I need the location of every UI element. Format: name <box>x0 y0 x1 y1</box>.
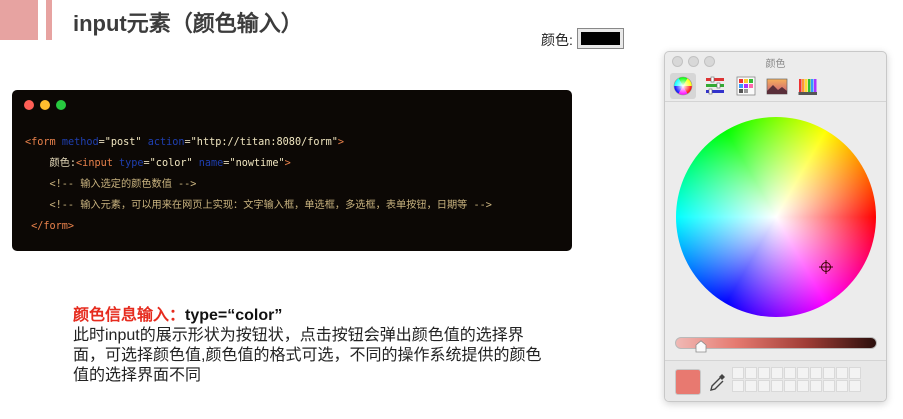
brightness-slider-knob[interactable] <box>695 340 707 353</box>
code-token: </form> <box>25 221 75 232</box>
code-line: <!-- 输入元素，可以用来在网页上实现：文字输入框，单选框，多选框，表单按钮，… <box>25 195 492 216</box>
code-token: <form <box>25 137 62 148</box>
code-token: "http://titan:8080/form" <box>190 137 338 148</box>
saved-swatch-slot[interactable] <box>732 380 744 392</box>
code-token: <!-- 输入元素，可以用来在网页上实现：文字输入框，单选框，多选框，表单按钮，… <box>25 200 492 211</box>
current-color-swatch[interactable] <box>675 369 701 395</box>
saved-swatch-slot[interactable] <box>758 367 770 379</box>
saved-swatch-slot[interactable] <box>810 367 822 379</box>
image-palette-icon[interactable] <box>764 73 790 99</box>
saved-swatch-slot[interactable] <box>771 367 783 379</box>
picker-title: 颜色 <box>765 59 786 70</box>
color-picker-window: 颜色 <box>664 51 887 402</box>
title-accent-block <box>0 0 38 40</box>
saved-swatch-slot[interactable] <box>797 380 809 392</box>
saved-swatch-slot[interactable] <box>771 380 783 392</box>
description-block: 颜色信息输入：type=“color” 此时input的展示形状为按钮状，点击按… <box>73 306 543 386</box>
code-token: <!-- 输入选定的颜色数值 --> <box>25 179 197 190</box>
title-accent-stripe <box>46 0 52 40</box>
pencils-icon[interactable] <box>795 73 821 99</box>
description-heading-value: type=“color” <box>185 307 283 324</box>
brightness-slider[interactable] <box>675 337 877 353</box>
saved-swatch-slot[interactable] <box>732 367 744 379</box>
saved-swatch-slot[interactable] <box>758 380 770 392</box>
color-wheel[interactable] <box>676 117 876 317</box>
saved-swatch-slot[interactable] <box>823 367 835 379</box>
code-line: 颜色:<input type="color" name="nowtime"> <box>25 153 492 174</box>
saved-swatch-slot[interactable] <box>784 367 796 379</box>
description-body: 此时input的展示形状为按钮状，点击按钮会弹出颜色值的选择界面，可选择颜色值,… <box>73 327 542 384</box>
eyedropper-icon[interactable] <box>710 373 726 391</box>
saved-swatch-slot[interactable] <box>797 367 809 379</box>
saved-swatch-slot[interactable] <box>784 380 796 392</box>
code-token: > <box>284 158 291 169</box>
picker-bottom-bar <box>665 360 886 401</box>
color-input-swatch <box>581 32 620 45</box>
saved-swatch-slot[interactable] <box>745 367 757 379</box>
saved-swatches-grid <box>732 367 861 392</box>
saved-swatch-slot[interactable] <box>745 380 757 392</box>
window-zoom-dot <box>56 100 66 110</box>
code-token: <input <box>76 158 119 169</box>
saved-swatch-slot[interactable] <box>836 380 848 392</box>
saved-swatch-slot[interactable] <box>810 380 822 392</box>
saved-swatch-slot[interactable] <box>849 367 861 379</box>
code-line: <!-- 输入选定的颜色数值 --> <box>25 174 492 195</box>
saved-swatch-slot[interactable] <box>849 380 861 392</box>
code-token: "post" <box>104 137 142 148</box>
code-token: name <box>198 158 224 169</box>
crosshair-icon[interactable] <box>819 260 833 274</box>
window-close-dot <box>24 100 34 110</box>
description-heading-label: 颜色信息输入： <box>73 307 186 324</box>
code-token: "color" <box>149 158 193 169</box>
page-title: input元素（颜色输入） <box>73 11 303 36</box>
code-token: 颜色: <box>25 158 77 169</box>
code-line: <form method="post" action="http://titan… <box>25 132 492 153</box>
code-token: method <box>61 137 99 148</box>
code-token: "nowtime" <box>229 158 285 169</box>
saved-swatch-slot[interactable] <box>823 380 835 392</box>
color-input-button[interactable] <box>577 28 624 49</box>
code-line: </form> <box>25 216 492 237</box>
sliders-icon[interactable] <box>702 73 728 99</box>
code-token: > <box>337 137 345 148</box>
color-wheel-area <box>665 103 886 335</box>
code-block: <form method="post" action="http://titan… <box>25 132 492 237</box>
saved-swatch-slot[interactable] <box>836 367 848 379</box>
palettes-icon[interactable] <box>733 73 759 99</box>
description-heading: 颜色信息输入：type=“color” <box>73 306 543 326</box>
color-wheel-icon[interactable] <box>670 73 696 99</box>
color-input-label: 颜色: <box>541 32 573 48</box>
code-snippet-panel: <form method="post" action="http://titan… <box>12 90 572 251</box>
code-token: type <box>118 158 144 169</box>
picker-toolbar <box>665 72 886 102</box>
picker-titlebar: 颜色 <box>665 52 886 72</box>
window-minimize-dot <box>40 100 50 110</box>
code-token: action <box>147 137 185 148</box>
